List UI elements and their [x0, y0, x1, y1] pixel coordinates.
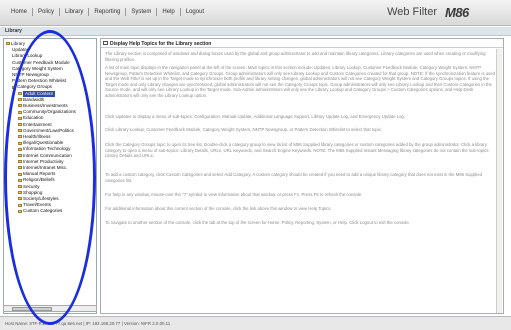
folder-icon — [18, 98, 22, 102]
help-paragraph: To navigate to another section of the co… — [105, 220, 410, 225]
folder-icon — [18, 178, 22, 182]
folder-icon — [18, 135, 22, 139]
help-paragraph: The Library section is comprised of wind… — [105, 51, 486, 62]
folder-icon — [18, 153, 22, 157]
help-content-panel: Display Help Topics for the Library sect… — [100, 38, 504, 314]
library-tree: Library Updates Library Lookup Customer … — [6, 41, 76, 215]
folder-icon — [6, 42, 10, 46]
folder-icon — [18, 203, 22, 207]
help-paragraph: A list of main topic displays in the nav… — [105, 65, 496, 98]
folder-icon — [18, 184, 22, 188]
help-paragraph: Click Library Lookup, Customer Feedback … — [105, 127, 383, 132]
folder-icon — [18, 160, 22, 164]
help-paragraph: For help in any window, mouse-over the "… — [105, 192, 363, 197]
folder-icon — [18, 147, 22, 151]
menu-home[interactable]: Home — [6, 8, 34, 16]
section-label: Library — [5, 28, 22, 34]
top-navigation-bar: Home Policy Library Reporting System Hel… — [0, 0, 511, 26]
help-paragraph: Click the Category Groups topic to open … — [105, 142, 489, 159]
product-name: Web Filter — [387, 6, 437, 18]
folder-icon — [18, 191, 22, 195]
folder-icon — [18, 122, 22, 126]
tree-group-item[interactable]: Custom Categories — [6, 208, 76, 214]
m86-logo: M86 — [445, 5, 469, 20]
folder-icon — [18, 172, 22, 176]
content-header: Display Help Topics for the Library sect… — [101, 39, 503, 48]
menu-logout[interactable]: Logout — [181, 8, 209, 16]
menu-reporting[interactable]: Reporting — [89, 8, 127, 16]
help-paragraph: To add a custom category, click Custom C… — [105, 172, 482, 183]
folder-icon — [18, 141, 22, 145]
folder-icon — [18, 197, 22, 201]
folder-icon — [18, 91, 22, 95]
menu-system[interactable]: System — [126, 8, 158, 16]
scrollbar-thumb[interactable] — [12, 307, 52, 311]
section-header: Library — [0, 27, 511, 36]
window-icon — [103, 41, 108, 45]
status-bar: Host Name: 8TF-R10-D3-??.qa.8e6.net | IP… — [0, 316, 511, 330]
main-menu: Home Policy Library Reporting System Hel… — [6, 8, 209, 16]
folder-icon — [18, 166, 22, 170]
folder-icon — [18, 104, 22, 108]
status-text: Host Name: 8TF-R10-D3-??.qa.8e6.net | IP… — [5, 321, 171, 326]
folder-icon — [18, 110, 22, 114]
tree-item-customer-feedback[interactable]: Customer Feedback Module — [6, 60, 76, 66]
content-vertical-scrollbar[interactable] — [496, 49, 502, 313]
help-paragraph: Click Updates to display a menu of sub-t… — [105, 114, 406, 119]
folder-icon — [18, 209, 22, 213]
folder-icon — [12, 85, 16, 89]
tree-horizontal-scrollbar[interactable] — [3, 305, 97, 312]
help-paragraph: For additional information about this cu… — [105, 206, 332, 211]
help-topics-link[interactable]: Display Help Topics for the Library sect… — [110, 41, 211, 47]
folder-icon — [18, 116, 22, 120]
navigation-panel: Library Updates Library Lookup Customer … — [3, 38, 97, 314]
menu-policy[interactable]: Policy — [33, 8, 61, 16]
menu-help[interactable]: Help — [157, 8, 181, 16]
menu-library[interactable]: Library — [60, 8, 90, 16]
folder-icon — [18, 129, 22, 133]
